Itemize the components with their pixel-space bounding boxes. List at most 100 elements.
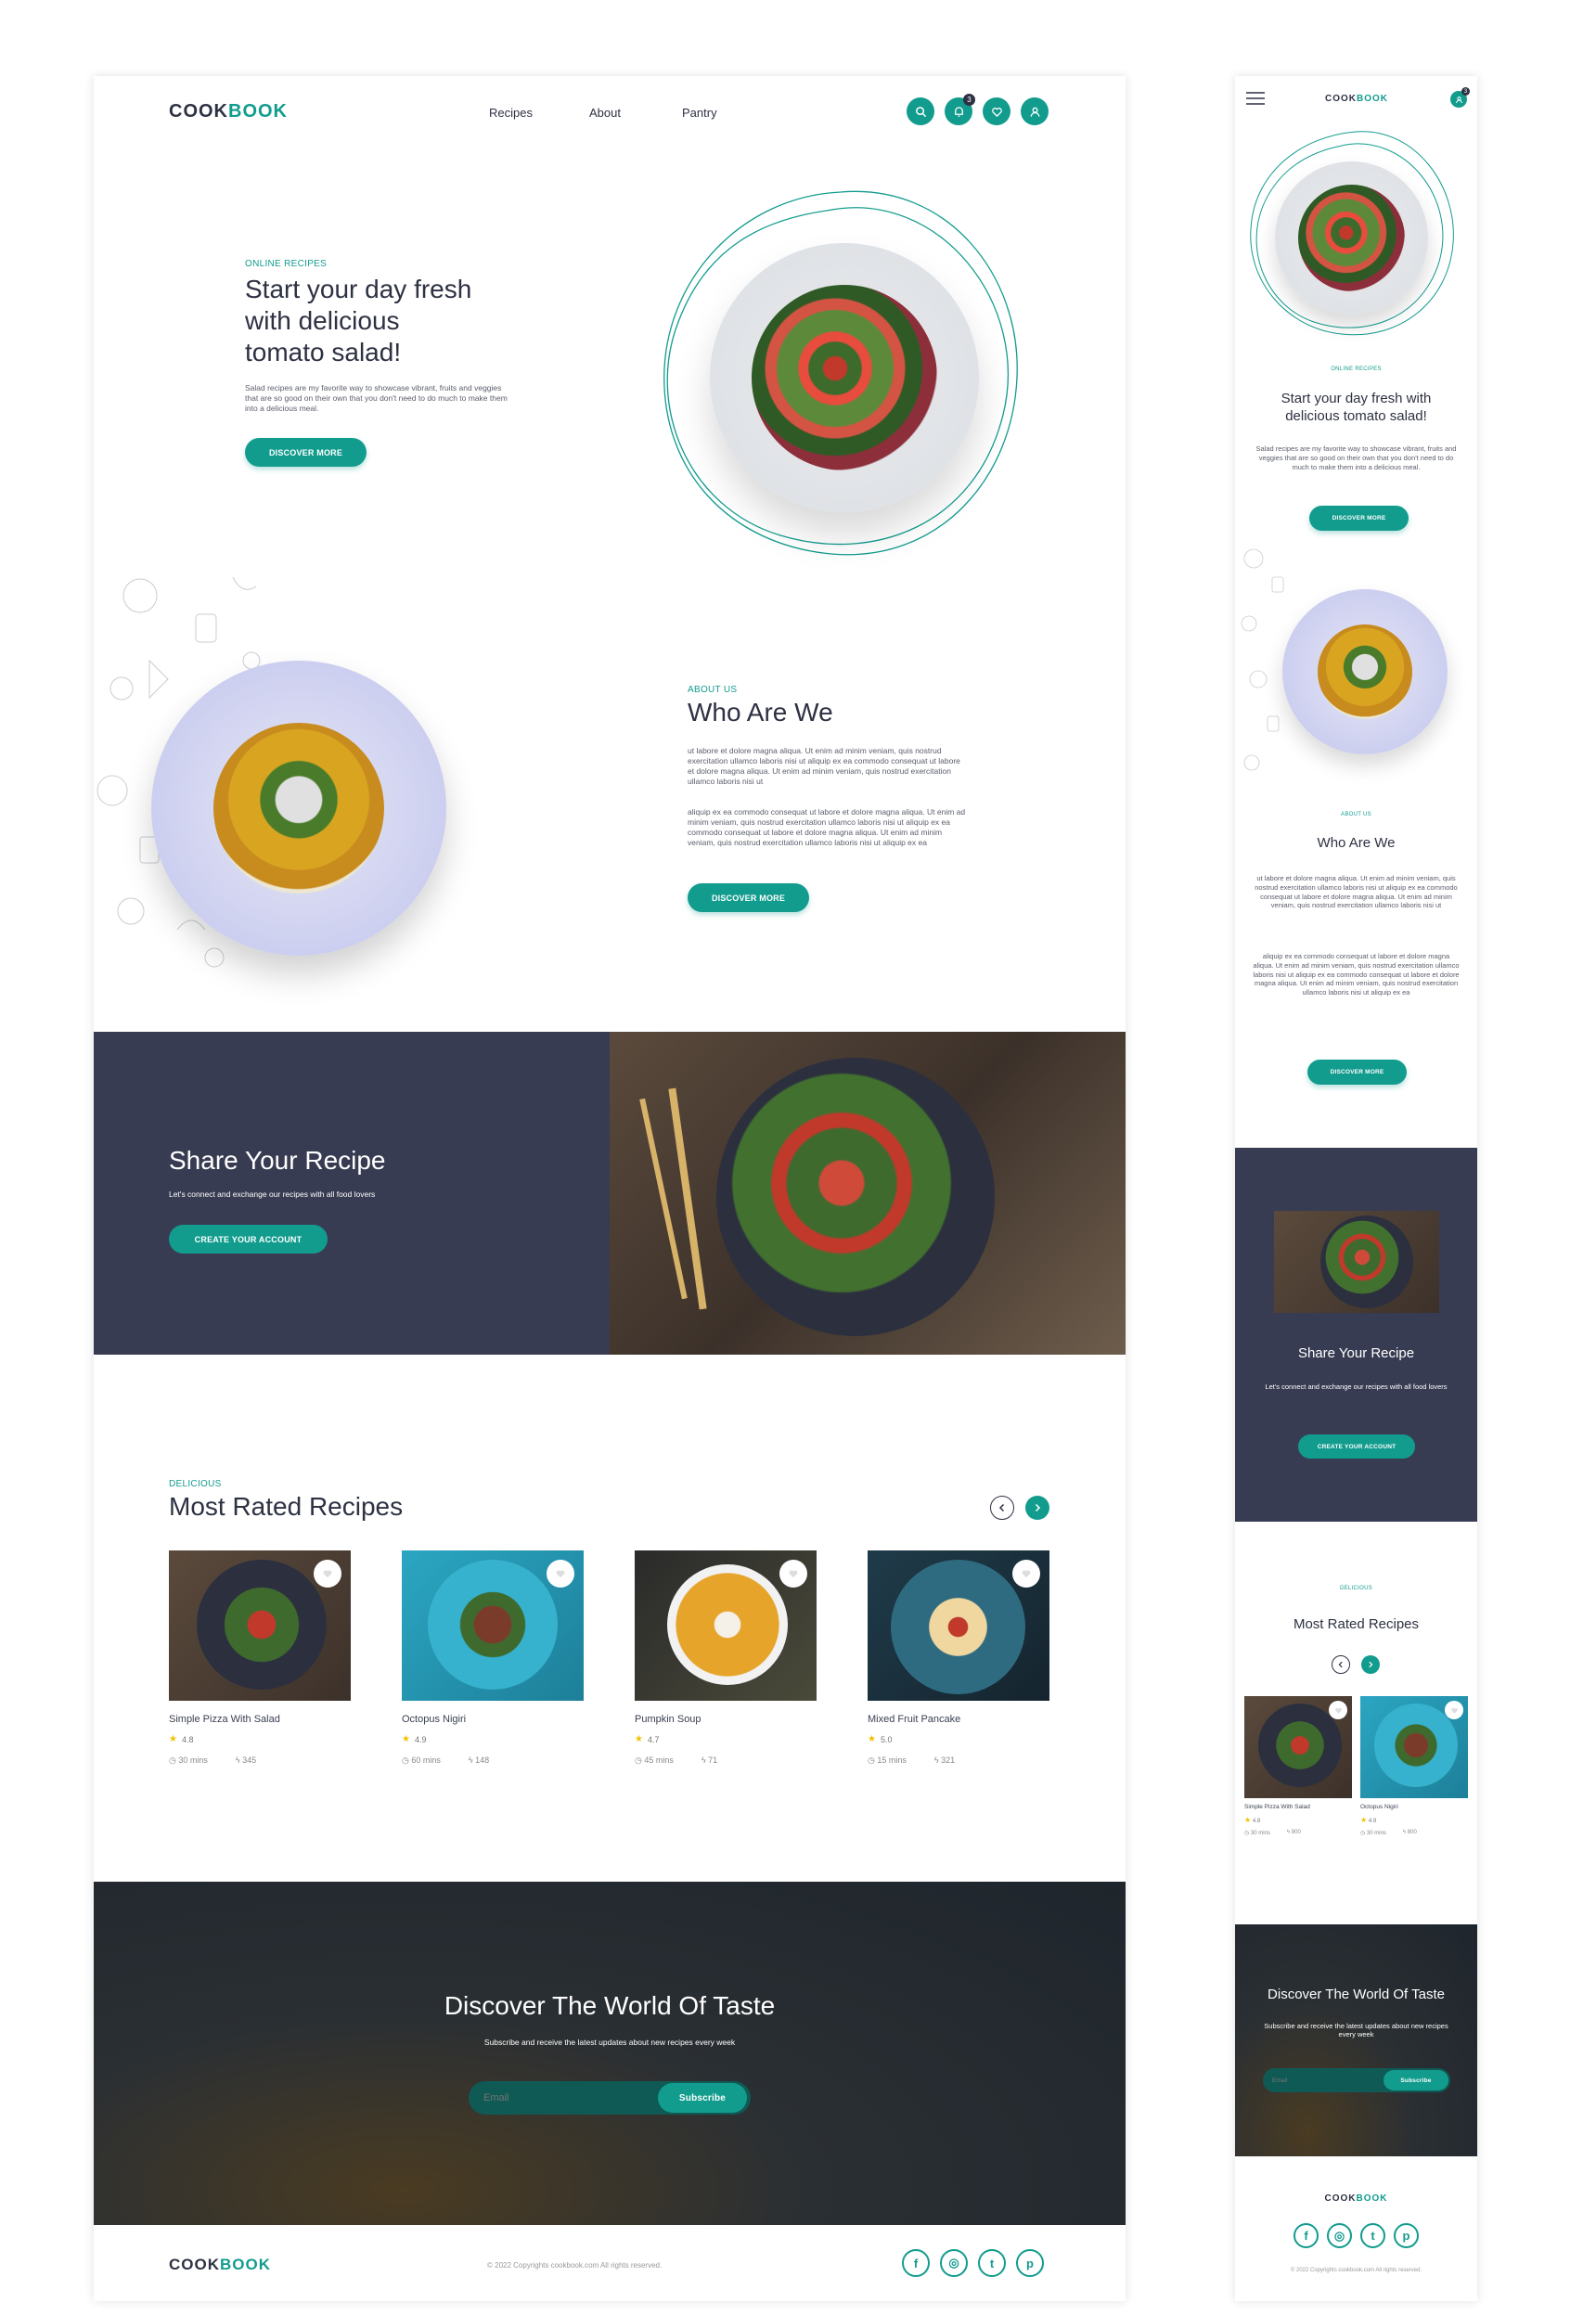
logo-part2: BOOK: [228, 101, 288, 122]
recipe-rating: 4.9: [1368, 1819, 1377, 1824]
about-fish-plate: [151, 661, 446, 956]
favorite-button[interactable]: [779, 1560, 807, 1588]
recipe-time: 30 mins: [1366, 1831, 1386, 1836]
carousel-next-button[interactable]: [1025, 1496, 1049, 1520]
recipe-card[interactable]: Simple Pizza With Salad ★ 4.8 ◷ 30 mins ϟ…: [1244, 1696, 1352, 1836]
discover-subtitle: Subscribe and receive the latest updates…: [483, 2038, 736, 2047]
recipe-rating: 4.9: [414, 1734, 427, 1744]
share-title: Share Your Recipe: [1297, 1345, 1415, 1361]
salad-food: [752, 285, 937, 470]
pinterest-icon[interactable]: p: [1016, 2249, 1044, 2277]
about-discover-button[interactable]: DISCOVER MORE: [1307, 1060, 1407, 1085]
hero-kicker: ONLINE RECIPES: [245, 259, 328, 269]
hero-salad-plate: [1275, 161, 1428, 315]
recipe-name: Simple Pizza With Salad: [169, 1714, 280, 1725]
fish-food: [1318, 624, 1412, 719]
hero-title-line3: tomato salad!: [245, 338, 402, 367]
footer-logo[interactable]: COOKBOOK: [169, 2256, 271, 2274]
share-panel: Share Your Recipe Let's connect and exch…: [94, 1032, 610, 1355]
recipe-name: Octopus Nigiri: [402, 1714, 467, 1725]
notifications-button[interactable]: 3: [945, 94, 975, 125]
hero-kicker: ONLINE RECIPES: [1331, 367, 1382, 372]
recipe-image: [1244, 1696, 1352, 1798]
chevron-left-icon: [1338, 1661, 1343, 1668]
logo-part2: BOOK: [220, 2256, 271, 2273]
logo[interactable]: COOKBOOK: [169, 101, 288, 122]
hero-title-line2: with delicious: [245, 306, 400, 335]
email-input[interactable]: [1272, 2068, 1374, 2092]
favorite-button[interactable]: [1445, 1701, 1463, 1719]
create-account-button[interactable]: CREATE YOUR ACCOUNT: [1298, 1434, 1415, 1459]
favorite-button[interactable]: [1012, 1560, 1040, 1588]
hero-discover-button[interactable]: DISCOVER MORE: [1309, 506, 1409, 531]
rated-kicker: DELICIOUS: [1339, 1586, 1373, 1591]
recipe-image: [635, 1550, 817, 1701]
menu-button[interactable]: [1246, 91, 1265, 110]
about-paragraph-1: ut labore et dolore magna aliqua. Ut eni…: [1255, 874, 1458, 910]
profile-button[interactable]: [1021, 97, 1049, 125]
nav-pantry[interactable]: Pantry: [682, 106, 717, 120]
user-icon: [1030, 107, 1039, 117]
subscribe-button[interactable]: Subscribe: [1384, 2070, 1448, 2090]
hero-title: Start your day fresh with delicious toma…: [1281, 391, 1432, 424]
energy-icon: ϟ 148: [468, 1756, 490, 1765]
carousel-prev-button[interactable]: [990, 1496, 1014, 1520]
recipe-name: Octopus Nigiri: [1360, 1804, 1398, 1810]
recipe-card[interactable]: Pumpkin Soup ★ 4.7 ◷ 45 mins ϟ 71: [635, 1550, 817, 1766]
chevron-right-icon: [1035, 1503, 1041, 1512]
nav-recipes[interactable]: Recipes: [489, 106, 533, 120]
twitter-icon[interactable]: t: [978, 2249, 1006, 2277]
recipe-card[interactable]: Octopus Nigiri ★ 4.9 ◷ 60 mins ϟ 148: [402, 1550, 584, 1766]
carousel-next-button[interactable]: [1361, 1655, 1380, 1674]
about-paragraph-2: aliquip ex ea commodo consequat ut labor…: [688, 807, 966, 848]
mobile-logo[interactable]: COOKBOOK: [1325, 94, 1388, 104]
instagram-icon[interactable]: ◎: [940, 2249, 968, 2277]
favorites-button[interactable]: [983, 97, 1010, 125]
favorite-button[interactable]: [1329, 1701, 1347, 1719]
create-account-button[interactable]: CREATE YOUR ACCOUNT: [169, 1225, 328, 1254]
nav-about[interactable]: About: [589, 106, 621, 120]
hero-discover-button[interactable]: DISCOVER MORE: [245, 438, 367, 467]
favorite-button[interactable]: [547, 1560, 574, 1588]
pinterest-icon[interactable]: p: [1394, 2223, 1419, 2248]
hero-title-line1: Start your day fresh: [245, 275, 472, 303]
notification-badge: 3: [1461, 87, 1470, 96]
notification-badge: 3: [963, 94, 975, 106]
search-button[interactable]: [907, 97, 934, 125]
facebook-icon[interactable]: f: [902, 2249, 930, 2277]
share-image: [610, 1032, 1126, 1355]
copyright: © 2022 Copyrights cookbook.com All right…: [487, 2261, 663, 2270]
mobile-mockup: COOKBOOK 3 ONLINE RECIPES Start your day…: [1235, 76, 1477, 2301]
twitter-icon[interactable]: t: [1360, 2223, 1385, 2248]
chevron-right-icon: [1369, 1661, 1373, 1668]
mobile-profile-button[interactable]: 3: [1450, 87, 1470, 108]
logo-part1: COOK: [1325, 94, 1357, 104]
recipe-time: 45 mins: [644, 1756, 674, 1765]
about-discover-button[interactable]: DISCOVER MORE: [688, 883, 809, 912]
email-input[interactable]: [483, 2081, 650, 2115]
facebook-icon[interactable]: f: [1294, 2223, 1319, 2248]
star-icon: ★: [169, 1734, 177, 1744]
about-kicker: ABOUT US: [1341, 812, 1371, 817]
footer-logo[interactable]: COOKBOOK: [1235, 2193, 1477, 2204]
recipe-card[interactable]: Simple Pizza With Salad ★ 4.8 ◷ 30 mins ϟ …: [169, 1550, 351, 1766]
clock-icon: ◷ 60 mins: [402, 1756, 441, 1765]
salad-food: [1298, 185, 1405, 291]
recipe-rating: 4.8: [1252, 1819, 1261, 1824]
clock-icon: ◷ 30 mins: [1244, 1831, 1270, 1836]
carousel-prev-button[interactable]: [1332, 1655, 1350, 1674]
hero-body: Salad recipes are my favorite way to sho…: [245, 383, 508, 414]
star-icon: ★: [635, 1734, 643, 1744]
search-icon: [915, 106, 926, 117]
recipe-name: Simple Pizza With Salad: [1244, 1804, 1310, 1810]
recipe-card[interactable]: Octopus Nigiri ★ 4.9 ◷ 30 mins ϟ 800: [1360, 1696, 1468, 1836]
recipe-time: 30 mins: [178, 1756, 208, 1765]
favorite-button[interactable]: [314, 1560, 341, 1588]
hamburger-icon: [1246, 92, 1265, 105]
share-subtitle: Let's connect and exchange our recipes w…: [169, 1190, 376, 1199]
user-icon: [1455, 96, 1462, 103]
hero-title: Start your day fresh with delicious toma…: [245, 274, 551, 368]
recipe-card[interactable]: Mixed Fruit Pancake ★ 5.0 ◷ 15 mins ϟ 321: [868, 1550, 1049, 1766]
instagram-icon[interactable]: ◎: [1327, 2223, 1352, 2248]
subscribe-button[interactable]: Subscribe: [658, 2083, 747, 2113]
